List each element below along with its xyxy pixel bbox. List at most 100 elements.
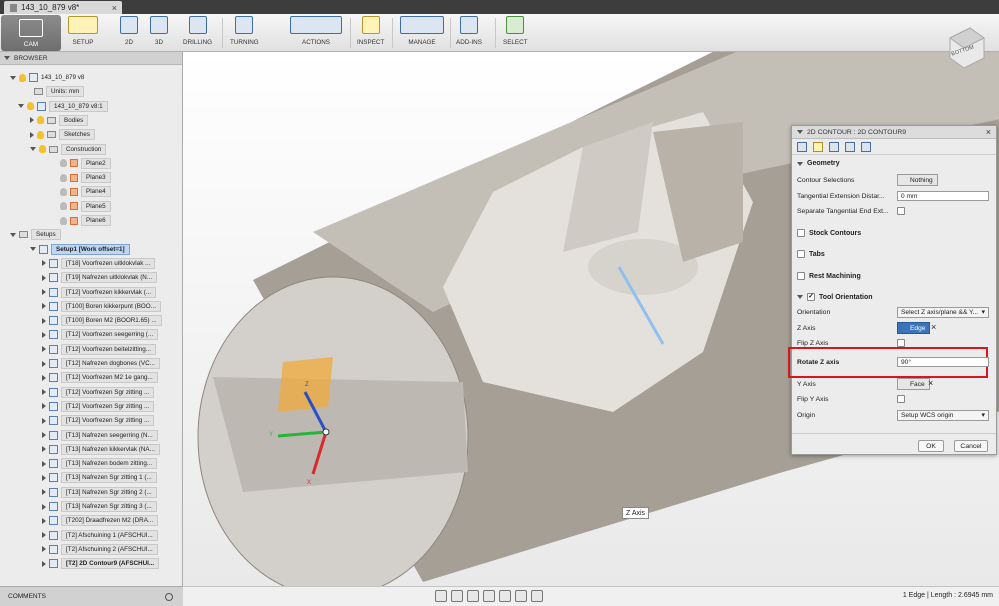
collapse-browser-icon[interactable] [4, 56, 10, 60]
tree-operation[interactable]: [T12] Voorfrezen beitelzitting... [42, 343, 157, 356]
visibility-bulb-icon[interactable] [37, 130, 44, 139]
collapse-icon[interactable] [30, 247, 36, 252]
orbit-icon[interactable] [435, 590, 447, 602]
tree-operation[interactable]: [T13] Nafrezen seegerring (N... [42, 429, 158, 442]
collapse-dialog-icon[interactable] [797, 130, 803, 134]
visibility-bulb-icon[interactable] [27, 102, 34, 111]
manage-button[interactable]: MANAGE [400, 16, 444, 46]
fit-icon[interactable] [499, 590, 511, 602]
ok-button[interactable]: OK [918, 440, 944, 452]
tree-plane[interactable]: Plane3 [50, 171, 111, 184]
inspect-button[interactable]: INSPECT [357, 16, 384, 46]
tree-operation[interactable]: [T12] Voorfrezen seegerring (... [42, 328, 159, 341]
tree-operation[interactable]: [T13] Nafrezen bodem zitting... [42, 457, 158, 470]
close-tab-icon[interactable]: × [112, 3, 117, 13]
geometry-section-header[interactable]: Geometry [797, 160, 840, 167]
expand-icon[interactable] [42, 360, 46, 367]
document-tab[interactable]: 143_10_879 v8* × [4, 1, 122, 14]
tabs-section[interactable]: Tabs [797, 250, 825, 258]
rotate-z-input[interactable]: 90° [897, 357, 989, 367]
tree-operation[interactable]: [T12] Voorfrezen Sgr zitting ... [42, 386, 155, 399]
clear-y-axis-icon[interactable]: × [928, 378, 933, 388]
expand-icon[interactable] [42, 560, 46, 567]
expand-icon[interactable] [42, 389, 46, 396]
z-axis-select-button[interactable]: Edge [897, 322, 931, 334]
heights-tab-icon[interactable] [829, 141, 839, 152]
expand-icon[interactable] [42, 346, 46, 353]
expand-icon[interactable] [42, 503, 46, 510]
expand-icon[interactable] [42, 331, 46, 338]
cancel-button[interactable]: Cancel [954, 440, 988, 452]
tree-operation[interactable]: [T2] Afschuining 1 (AFSCHUI... [42, 529, 158, 542]
expand-icon[interactable] [42, 289, 46, 295]
add-comment-icon[interactable] [165, 592, 173, 601]
expand-icon[interactable] [42, 374, 46, 381]
visibility-bulb-icon[interactable] [19, 73, 26, 82]
tree-operation[interactable]: [T12] Nafrezen dogbones (VC... [42, 357, 160, 370]
origin-dropdown[interactable]: Setup WCS origin [897, 410, 989, 421]
expand-icon[interactable] [42, 260, 46, 267]
zoom-icon[interactable] [483, 590, 495, 602]
collapse-icon[interactable] [18, 104, 24, 109]
flip-z-checkbox[interactable] [897, 339, 905, 347]
tree-operation[interactable]: [T202] Draadfrezen M2 (DRA... [42, 514, 159, 527]
3d-button[interactable]: 3D [150, 16, 168, 46]
collapse-icon[interactable] [30, 147, 36, 151]
tree-plane[interactable]: Plane5 [50, 200, 111, 213]
expand-icon[interactable] [42, 532, 46, 539]
display-settings-icon[interactable] [515, 590, 527, 602]
expand-icon[interactable] [42, 460, 46, 467]
visibility-bulb-icon[interactable] [37, 116, 44, 125]
actions-button[interactable]: ACTIONS [290, 16, 342, 46]
tree-component[interactable]: 143_10_879 v8:1 [18, 100, 108, 113]
visibility-bulb-icon[interactable] [60, 216, 67, 225]
linking-tab-icon[interactable] [861, 141, 871, 152]
select-button[interactable]: SELECT [503, 16, 528, 46]
tool-tab-icon[interactable] [797, 141, 807, 152]
tree-plane[interactable]: Plane6 [50, 214, 111, 227]
tangential-extension-input[interactable]: 0 mm [897, 191, 989, 201]
add-ins-button[interactable]: ADD-INS [456, 16, 482, 46]
clear-z-axis-icon[interactable]: × [931, 322, 936, 332]
dialog-titlebar[interactable]: 2D CONTOUR : 2D CONTOUR9 × [792, 126, 996, 139]
expand-icon[interactable] [42, 432, 46, 438]
geometry-tab-icon[interactable] [813, 141, 823, 152]
flip-y-checkbox[interactable] [897, 395, 905, 403]
expand-icon[interactable] [42, 474, 46, 481]
expand-icon[interactable] [30, 131, 34, 138]
expand-icon[interactable] [42, 403, 46, 410]
pan-icon[interactable] [467, 590, 479, 602]
look-at-icon[interactable] [451, 590, 463, 602]
tree-operation[interactable]: [T2] 2D Contour9 (AFSCHUI... [42, 557, 160, 570]
tree-operation[interactable]: [T18] Voorfrezen uitklokvlak ... [42, 257, 156, 270]
tool-orientation-checkbox[interactable]: ✓ [807, 293, 815, 301]
tree-plane[interactable]: Plane4 [50, 185, 111, 198]
passes-tab-icon[interactable] [845, 141, 855, 152]
visibility-bulb-icon[interactable] [60, 159, 67, 168]
tree-folder[interactable]: Sketches [30, 128, 95, 141]
contour-selections-button[interactable]: Nothing [897, 174, 938, 186]
setup-button[interactable]: SETUP [68, 16, 98, 46]
visibility-bulb-icon[interactable] [39, 145, 46, 153]
grid-settings-icon[interactable] [531, 590, 543, 602]
expand-icon[interactable] [30, 117, 34, 124]
tree-setups[interactable]: Setups [10, 228, 61, 241]
tree-operation[interactable]: [T12] Voorfrezen M2 1e gang... [42, 371, 158, 384]
visibility-bulb-icon[interactable] [60, 173, 67, 182]
tree-operation[interactable]: [T13] Nafrezen Sgr zitting 1 (... [42, 471, 157, 484]
tree-operation[interactable]: [T12] Voorfrezen Sgr zitting ... [42, 400, 155, 413]
tree-operation[interactable]: [T13] Nafrezen Sgr zitting 2 (... [42, 486, 157, 499]
tree-folder[interactable]: Bodies [30, 114, 89, 127]
tree-operation[interactable]: [T100] Boren M2 (BOOR1.65) ... [42, 314, 162, 327]
visibility-bulb-icon[interactable] [60, 187, 67, 196]
expand-icon[interactable] [42, 489, 46, 496]
expand-icon[interactable] [42, 317, 46, 324]
rest-machining-checkbox[interactable] [797, 272, 805, 280]
tree-plane[interactable]: Plane2 [50, 157, 111, 170]
tabs-checkbox[interactable] [797, 250, 805, 258]
view-cube[interactable]: BOTTOM [944, 24, 988, 72]
stock-contours-checkbox[interactable] [797, 229, 805, 237]
comments-panel[interactable]: COMMENTS [0, 586, 183, 606]
expand-icon[interactable] [42, 417, 46, 424]
rest-machining-section[interactable]: Rest Machining [797, 272, 861, 280]
